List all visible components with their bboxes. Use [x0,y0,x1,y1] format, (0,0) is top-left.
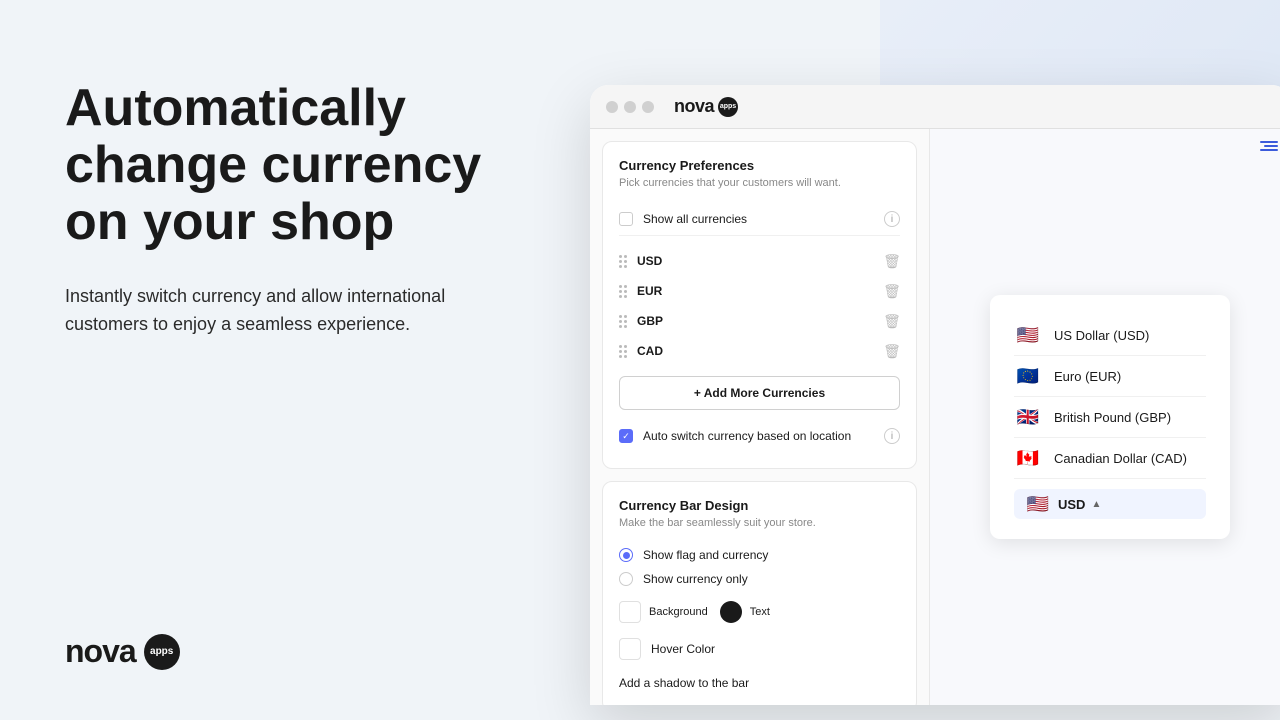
left-panel: Automatically change currency on your sh… [0,0,580,720]
hover-color-box[interactable] [619,638,641,660]
bottom-logo: nova apps [65,633,520,670]
show-flag-label: Show flag and currency [643,548,768,562]
currency-row-usd: USD 🗑 [619,246,900,276]
usd-selector-text: USD [1058,497,1085,512]
browser-logo: nova apps [674,96,738,117]
bar-design-subtitle: Make the bar seamlessly suit your store. [619,517,900,529]
hover-color-row[interactable]: Hover Color [619,633,900,665]
toolbar-line-3 [1260,149,1278,151]
currency-usd: USD [637,254,874,268]
flag-cad: 🇨🇦 [1014,448,1042,468]
browser-dot-1 [606,101,618,113]
currency-row-eur: EUR 🗑 [619,276,900,306]
show-all-label: Show all currencies [643,212,874,226]
widget-item-eur[interactable]: 🇪🇺 Euro (EUR) [1014,356,1206,397]
radio-inner [623,552,630,559]
browser-bar: nova apps [590,85,1280,129]
hover-label: Hover Color [651,642,715,656]
usd-selector[interactable]: 🇺🇸 USD ▲ [1014,489,1206,519]
auto-switch-info-icon[interactable]: i [884,428,900,444]
widget-eur-name: Euro (EUR) [1054,369,1206,384]
flag-eur: 🇪🇺 [1014,366,1042,386]
shadow-label: Add a shadow to the bar [619,676,749,690]
widget-gbp-name: British Pound (GBP) [1054,410,1206,425]
browser-body: Currency Preferences Pick currencies tha… [590,129,1280,705]
delete-gbp-icon[interactable]: 🗑 [884,313,900,329]
currency-row-gbp: GBP 🗑 [619,306,900,336]
show-all-checkbox[interactable] [619,212,633,226]
preview-toolbar [1254,141,1278,165]
show-flag-radio[interactable] [619,548,633,562]
currency-gbp: GBP [637,314,874,328]
section-subtitle: Pick currencies that your customers will… [619,177,900,189]
hero-title: Automatically change currency on your sh… [65,80,520,252]
widget-item-usd[interactable]: 🇺🇸 US Dollar (USD) [1014,315,1206,356]
show-all-info-icon[interactable]: i [884,211,900,227]
drag-handle-gbp[interactable] [619,315,627,328]
settings-panel: Currency Preferences Pick currencies tha… [590,129,930,705]
logo-text: nova [65,633,136,670]
show-currency-only-row[interactable]: Show currency only [619,567,900,591]
toolbar-line-2 [1264,145,1278,147]
text-label: Text [750,606,770,618]
toolbar-line-1 [1260,141,1278,143]
show-flag-currency-row[interactable]: Show flag and currency [619,543,900,567]
auto-switch-row[interactable]: ✓ Auto switch currency based on location… [619,420,900,452]
color-row: Background Text [619,601,900,623]
browser-dot-2 [624,101,636,113]
toolbar-icon[interactable] [1254,141,1278,165]
preview-panel: 🇺🇸 US Dollar (USD) 🇪🇺 Euro (EUR) 🇬🇧 Brit… [930,129,1280,705]
drag-handle-cad[interactable] [619,345,627,358]
show-currency-only-radio[interactable] [619,572,633,586]
browser-dot-3 [642,101,654,113]
auto-switch-label: Auto switch currency based on location [643,429,874,443]
browser-logo-badge: apps [718,97,738,117]
currency-bar-design-section: Currency Bar Design Make the bar seamles… [602,481,917,705]
chevron-up-icon: ▲ [1091,499,1101,510]
browser-window: nova apps Currency Preferences Pick curr… [590,85,1280,705]
browser-dots [606,101,654,113]
show-all-currencies-row[interactable]: Show all currencies i [619,203,900,236]
drag-handle-usd[interactable] [619,255,627,268]
currency-row-cad: CAD 🗑 [619,336,900,366]
shadow-row: Add a shadow to the bar [619,671,900,695]
flag-gbp: 🇬🇧 [1014,407,1042,427]
drag-handle-eur[interactable] [619,285,627,298]
background-color-item[interactable]: Background [619,601,708,623]
usd-selector-flag: 🇺🇸 [1024,494,1052,514]
delete-eur-icon[interactable]: 🗑 [884,283,900,299]
bar-design-title: Currency Bar Design [619,498,900,513]
widget-item-gbp[interactable]: 🇬🇧 British Pound (GBP) [1014,397,1206,438]
hero-text: Automatically change currency on your sh… [65,80,520,339]
flag-usd: 🇺🇸 [1014,325,1042,345]
widget-item-cad[interactable]: 🇨🇦 Canadian Dollar (CAD) [1014,438,1206,479]
show-currency-only-label: Show currency only [643,572,748,586]
currency-cad: CAD [637,344,874,358]
text-color-box[interactable] [720,601,742,623]
browser-logo-text: nova [674,96,714,117]
add-more-currencies-button[interactable]: + Add More Currencies [619,376,900,410]
text-color-item[interactable]: Text [720,601,770,623]
currency-preferences-section: Currency Preferences Pick currencies tha… [602,141,917,469]
background-color-box[interactable] [619,601,641,623]
logo-badge: apps [144,634,180,670]
hero-subtitle: Instantly switch currency and allow inte… [65,282,485,340]
delete-cad-icon[interactable]: 🗑 [884,343,900,359]
widget-usd-name: US Dollar (USD) [1054,328,1206,343]
checkmark-icon: ✓ [622,431,630,442]
delete-usd-icon[interactable]: 🗑 [884,253,900,269]
auto-switch-checkbox[interactable]: ✓ [619,429,633,443]
section-title: Currency Preferences [619,158,900,173]
currency-widget: 🇺🇸 US Dollar (USD) 🇪🇺 Euro (EUR) 🇬🇧 Brit… [990,295,1230,539]
background-label: Background [649,606,708,618]
currency-eur: EUR [637,284,874,298]
widget-cad-name: Canadian Dollar (CAD) [1054,451,1206,466]
